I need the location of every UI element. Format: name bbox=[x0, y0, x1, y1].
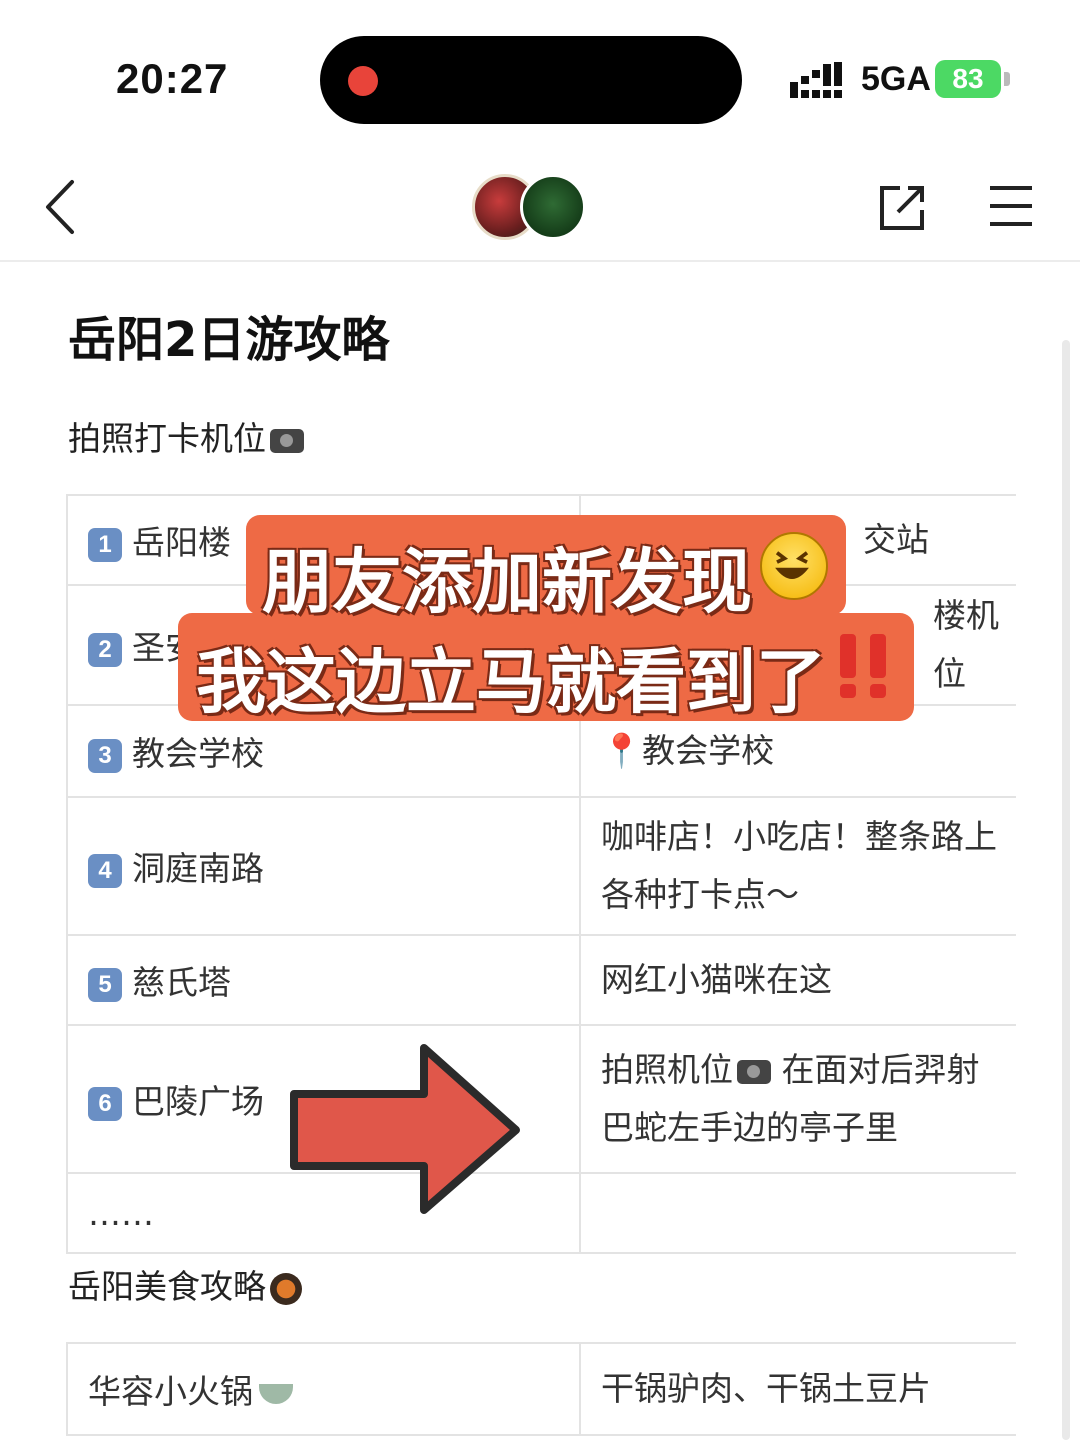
spot-name: 巴陵广场 bbox=[132, 1082, 264, 1121]
ellipsis-text: …… bbox=[88, 1193, 154, 1233]
pot-emoji-icon bbox=[270, 1272, 302, 1305]
number-badge-icon: 2 bbox=[88, 632, 122, 667]
double-exclamation-emoji-icon bbox=[840, 634, 886, 698]
battery-indicator: 83 bbox=[935, 60, 1001, 98]
section-heading-photo: 拍照打卡机位 bbox=[68, 412, 304, 460]
spot-note: 交站 bbox=[863, 520, 929, 559]
red-arrow-icon bbox=[290, 1044, 520, 1214]
status-time: 20:27 bbox=[116, 55, 229, 102]
network-label: 5GA bbox=[861, 60, 931, 98]
food-table: 华容小火锅 干锅驴肉、干锅土豆片 bbox=[66, 1342, 1016, 1436]
section-heading-food: 岳阳美食攻略 bbox=[68, 1260, 302, 1308]
dynamic-island bbox=[320, 36, 742, 124]
table-row[interactable]: 5 慈氏塔 网红小猫咪在这 bbox=[66, 934, 1016, 1026]
battery-cap bbox=[1004, 72, 1010, 86]
share-icon[interactable] bbox=[878, 182, 928, 232]
section-heading-label: 岳阳美食攻略 bbox=[68, 1267, 266, 1306]
number-badge-icon: 6 bbox=[88, 1086, 122, 1121]
camera-emoji-icon bbox=[270, 428, 304, 453]
spot-name: 慈氏塔 bbox=[132, 963, 231, 1002]
spot-name: 洞庭南路 bbox=[132, 849, 264, 888]
number-badge-icon: 5 bbox=[88, 967, 122, 1002]
section-heading-label: 拍照打卡机位 bbox=[68, 419, 266, 458]
food-name: 华容小火锅 bbox=[88, 1372, 253, 1411]
spot-note: 咖啡店！小吃店！整条路上各种打卡点～ bbox=[601, 817, 997, 914]
caption-line-1: 朋友添加新发现 bbox=[262, 541, 752, 623]
grin-emoji-icon bbox=[760, 532, 828, 600]
doc-title: 岳阳2日游攻略 bbox=[68, 312, 390, 368]
camera-emoji-icon bbox=[737, 1059, 771, 1084]
signal-icon bbox=[790, 62, 842, 98]
food-note: 干锅驴肉、干锅土豆片 bbox=[601, 1369, 931, 1408]
caption-line-2: 我这边立马就看到了 bbox=[196, 641, 826, 723]
table-row[interactable]: …… bbox=[66, 1172, 1016, 1254]
bowl-emoji-icon bbox=[259, 1383, 293, 1404]
table-row[interactable]: 华容小火锅 干锅驴肉、干锅土豆片 bbox=[66, 1342, 1016, 1436]
table-row[interactable]: 6 巴陵广场 拍照机位 在面对后羿射巴蛇左手边的亭子里 bbox=[66, 1024, 1016, 1174]
scrollbar[interactable] bbox=[1062, 340, 1070, 1440]
menu-icon[interactable] bbox=[988, 184, 1034, 228]
back-icon[interactable] bbox=[42, 178, 82, 236]
spot-name: 岳阳楼 bbox=[132, 523, 231, 562]
spot-note: 📍教会学校 bbox=[601, 731, 775, 770]
recording-indicator bbox=[348, 66, 378, 96]
spot-note: 网红小猫咪在这 bbox=[601, 960, 832, 999]
avatar[interactable] bbox=[520, 174, 586, 240]
table-row[interactable]: 4 洞庭南路 咖啡店！小吃店！整条路上各种打卡点～ bbox=[66, 796, 1016, 936]
spot-note: 拍照机位 bbox=[601, 1050, 733, 1089]
number-badge-icon: 1 bbox=[88, 527, 122, 562]
spot-name: 教会学校 bbox=[132, 734, 264, 773]
number-badge-icon: 3 bbox=[88, 738, 122, 773]
spot-note: 楼机位 bbox=[933, 596, 999, 693]
number-badge-icon: 4 bbox=[88, 853, 122, 888]
nav-bar bbox=[0, 150, 1080, 262]
